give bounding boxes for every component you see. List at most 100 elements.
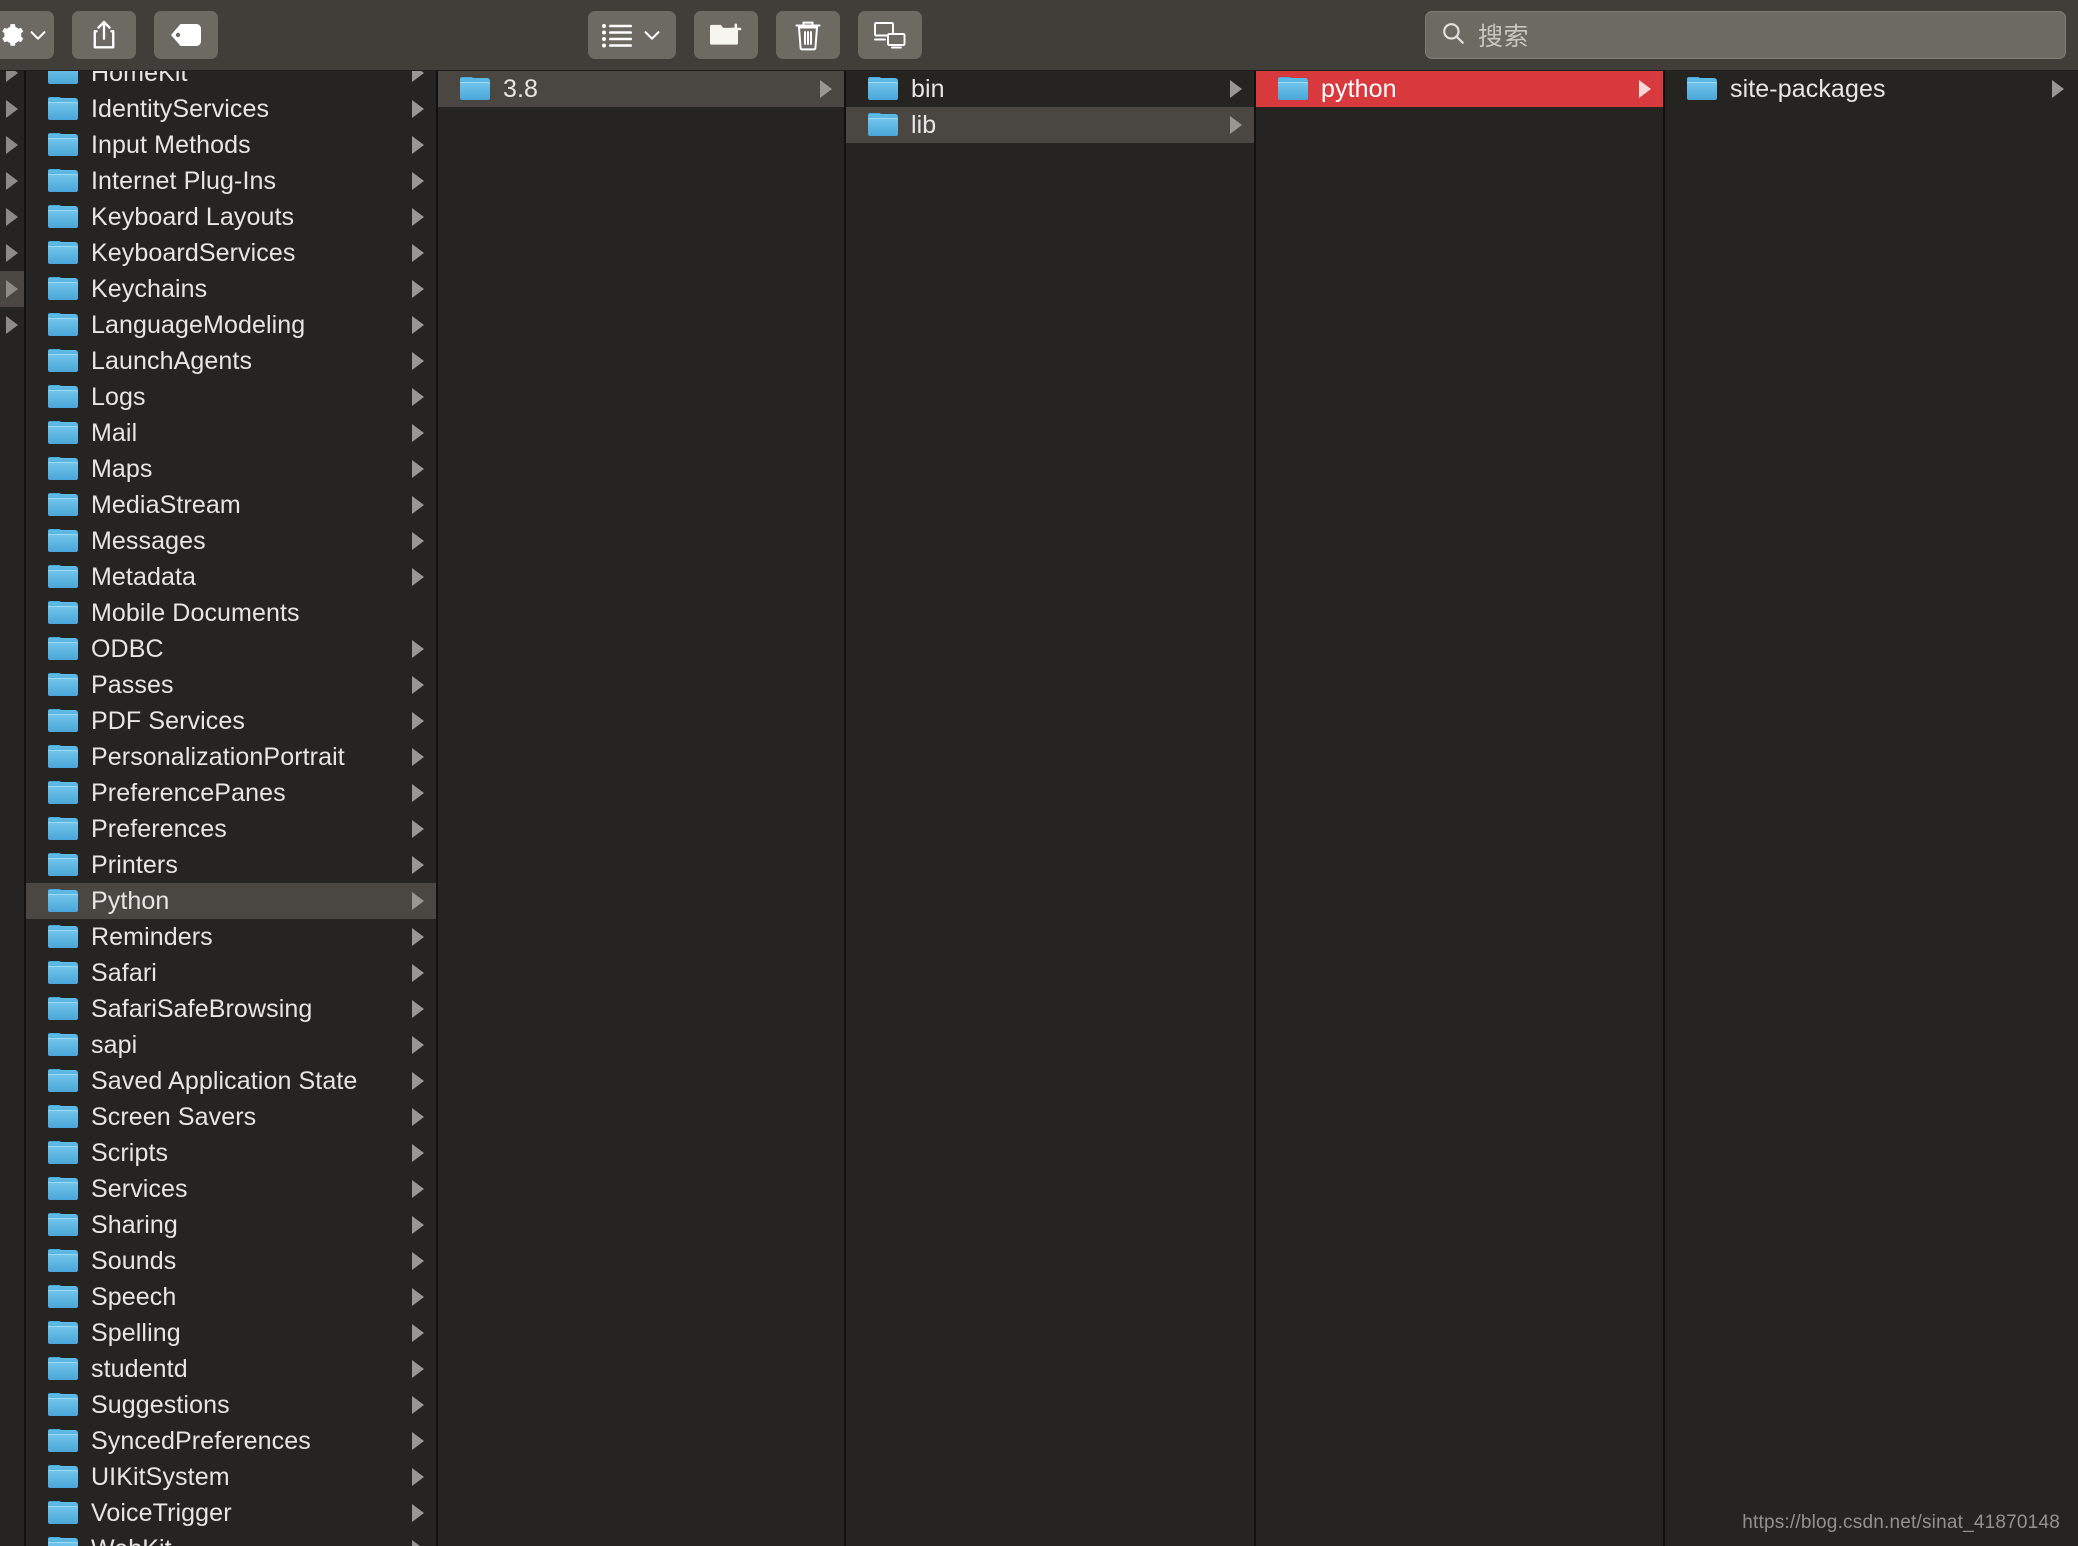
column-row-collapsed[interactable]: [0, 235, 24, 271]
column-row[interactable]: Mail: [26, 415, 436, 451]
column-row[interactable]: Printers: [26, 847, 436, 883]
column-row[interactable]: SyncedPreferences: [26, 1423, 436, 1459]
column-row-collapsed[interactable]: [0, 127, 24, 163]
disclosure-chevron-icon[interactable]: [412, 1540, 424, 1546]
disclosure-chevron-icon[interactable]: [412, 1396, 424, 1414]
disclosure-chevron-icon[interactable]: [412, 892, 424, 910]
disclosure-chevron-icon[interactable]: [412, 964, 424, 982]
disclosure-chevron-icon[interactable]: [412, 1000, 424, 1018]
disclosure-chevron-icon[interactable]: [412, 1360, 424, 1378]
column-row[interactable]: Sounds: [26, 1243, 436, 1279]
column-row-collapsed[interactable]: [0, 71, 24, 91]
disclosure-chevron-icon[interactable]: [412, 1324, 424, 1342]
column-row[interactable]: Internet Plug-Ins: [26, 163, 436, 199]
disclosure-chevron-icon[interactable]: [412, 1252, 424, 1270]
disclosure-chevron-icon[interactable]: [412, 1468, 424, 1486]
disclosure-chevron-icon[interactable]: [412, 1432, 424, 1450]
column-row[interactable]: VoiceTrigger: [26, 1495, 436, 1531]
column-row[interactable]: Preferences: [26, 811, 436, 847]
disclosure-chevron-icon[interactable]: [1230, 80, 1242, 98]
column-row[interactable]: Input Methods: [26, 127, 436, 163]
column-row[interactable]: Maps: [26, 451, 436, 487]
disclosure-chevron-icon[interactable]: [412, 1108, 424, 1126]
column-row[interactable]: bin: [846, 71, 1254, 107]
column-row[interactable]: site-packages: [1665, 71, 2076, 107]
column-row[interactable]: studentd: [26, 1351, 436, 1387]
column-row[interactable]: Keychains: [26, 271, 436, 307]
disclosure-chevron-icon[interactable]: [412, 424, 424, 442]
disclosure-chevron-icon[interactable]: [412, 928, 424, 946]
disclosure-chevron-icon[interactable]: [412, 1288, 424, 1306]
python38-contents-column[interactable]: bin lib: [846, 71, 1256, 1546]
ancestor-column-sliver[interactable]: [0, 71, 26, 1546]
column-row[interactable]: IdentityServices: [26, 91, 436, 127]
column-row[interactable]: LanguageModeling: [26, 307, 436, 343]
disclosure-chevron-icon[interactable]: [412, 568, 424, 586]
disclosure-chevron-icon[interactable]: [820, 80, 832, 98]
column-row-collapsed[interactable]: [0, 271, 24, 307]
disclosure-chevron-icon[interactable]: [412, 784, 424, 802]
column-row[interactable]: Spelling: [26, 1315, 436, 1351]
disclosure-chevron-icon[interactable]: [1230, 116, 1242, 134]
column-row[interactable]: PreferencePanes: [26, 775, 436, 811]
column-row[interactable]: Speech: [26, 1279, 436, 1315]
column-row[interactable]: Saved Application State: [26, 1063, 436, 1099]
view-options-button[interactable]: [588, 11, 676, 59]
disclosure-chevron-icon[interactable]: [412, 1036, 424, 1054]
disclosure-chevron-icon[interactable]: [412, 71, 424, 82]
column-row[interactable]: ODBC: [26, 631, 436, 667]
column-row-collapsed[interactable]: [0, 163, 24, 199]
lib-contents-column[interactable]: python: [1256, 71, 1665, 1546]
column-row[interactable]: Metadata: [26, 559, 436, 595]
column-row[interactable]: Mobile Documents: [26, 595, 436, 631]
column-row[interactable]: Sharing: [26, 1207, 436, 1243]
disclosure-chevron-icon[interactable]: [412, 136, 424, 154]
column-row[interactable]: Scripts: [26, 1135, 436, 1171]
disclosure-chevron-icon[interactable]: [412, 496, 424, 514]
library-column[interactable]: HomeKit IdentityServices Input Methods Inte…: [26, 71, 438, 1546]
column-row-collapsed[interactable]: [0, 199, 24, 235]
disclosure-chevron-icon[interactable]: [412, 208, 424, 226]
column-row[interactable]: Messages: [26, 523, 436, 559]
column-row[interactable]: Python: [26, 883, 436, 919]
delete-button[interactable]: [776, 11, 840, 59]
column-row[interactable]: SafariSafeBrowsing: [26, 991, 436, 1027]
disclosure-chevron-icon[interactable]: [412, 172, 424, 190]
disclosure-chevron-icon[interactable]: [412, 1216, 424, 1234]
disclosure-chevron-icon[interactable]: [412, 316, 424, 334]
disclosure-chevron-icon[interactable]: [412, 856, 424, 874]
column-row[interactable]: WebKit: [26, 1531, 436, 1546]
new-folder-button[interactable]: [694, 11, 758, 59]
action-gear-button[interactable]: [0, 11, 54, 59]
column-row[interactable]: sapi: [26, 1027, 436, 1063]
column-row[interactable]: Reminders: [26, 919, 436, 955]
column-row[interactable]: python: [1256, 71, 1663, 107]
disclosure-chevron-icon[interactable]: [412, 1180, 424, 1198]
disclosure-chevron-icon[interactable]: [412, 676, 424, 694]
column-row-collapsed[interactable]: [0, 91, 24, 127]
disclosure-chevron-icon[interactable]: [412, 352, 424, 370]
share-button[interactable]: [72, 11, 136, 59]
disclosure-chevron-icon[interactable]: [412, 640, 424, 658]
disclosure-chevron-icon[interactable]: [412, 1144, 424, 1162]
column-row[interactable]: Services: [26, 1171, 436, 1207]
column-row[interactable]: PersonalizationPortrait: [26, 739, 436, 775]
disclosure-chevron-icon[interactable]: [412, 460, 424, 478]
column-row[interactable]: 3.8: [438, 71, 844, 107]
column-row[interactable]: HomeKit: [26, 71, 436, 91]
column-row[interactable]: Passes: [26, 667, 436, 703]
column-row-collapsed[interactable]: [0, 307, 24, 343]
disclosure-chevron-icon[interactable]: [412, 820, 424, 838]
disclosure-chevron-icon[interactable]: [412, 712, 424, 730]
disclosure-chevron-icon[interactable]: [412, 1072, 424, 1090]
disclosure-chevron-icon[interactable]: [412, 1504, 424, 1522]
disclosure-chevron-icon[interactable]: [412, 748, 424, 766]
tags-button[interactable]: [154, 11, 218, 59]
python-version-column[interactable]: 3.8: [438, 71, 846, 1546]
disclosure-chevron-icon[interactable]: [412, 532, 424, 550]
disclosure-chevron-icon[interactable]: [412, 280, 424, 298]
disclosure-chevron-icon[interactable]: [412, 244, 424, 262]
disclosure-chevron-icon[interactable]: [1639, 80, 1651, 98]
column-row[interactable]: Suggestions: [26, 1387, 436, 1423]
python-lib-contents-column[interactable]: site-packages: [1665, 71, 2076, 1546]
